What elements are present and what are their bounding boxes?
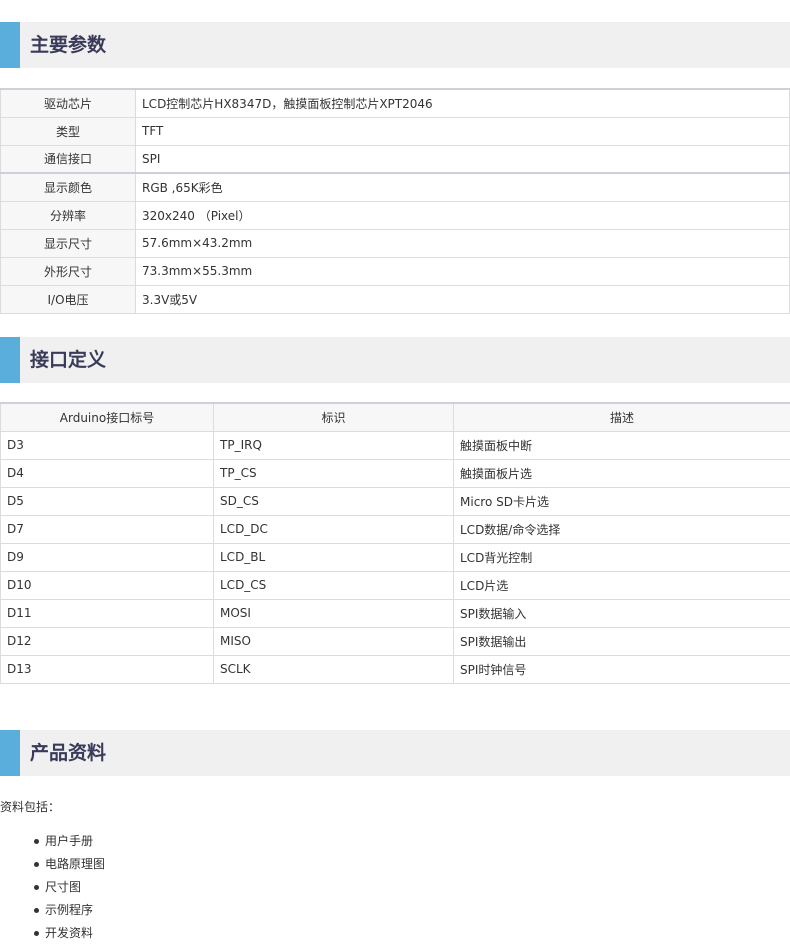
- pin-cell: D5: [0, 486, 214, 516]
- column-header: Arduino接口标号: [0, 402, 214, 432]
- pin-cell: D3: [0, 430, 214, 460]
- param-key: 类型: [0, 116, 136, 146]
- param-value: TFT: [135, 116, 790, 146]
- signal-cell: MISO: [213, 626, 454, 656]
- table-row: 外形尺寸 73.3mm×55.3mm: [0, 256, 790, 286]
- list-item: 开发资料: [34, 922, 105, 945]
- signal-cell: MOSI: [213, 598, 454, 628]
- param-value: 320x240 （Pixel）: [135, 200, 790, 230]
- bullet-icon: [34, 839, 39, 844]
- description-cell: 触摸面板中断: [453, 430, 790, 460]
- table-row: D10 LCD_CS LCD片选: [0, 570, 790, 600]
- table-row: D11 MOSI SPI数据输入: [0, 598, 790, 628]
- section-title: 产品资料: [30, 742, 107, 764]
- table-row: D13 SCLK SPI时钟信号: [0, 654, 790, 684]
- param-value: 3.3V或5V: [135, 284, 790, 314]
- table-row: D7 LCD_DC LCD数据/命令选择: [0, 514, 790, 544]
- interface-table: Arduino接口标号 标识 描述 D3 TP_IRQ 触摸面板中断 D4 TP_CS 触…: [0, 402, 790, 684]
- bullet-icon: [34, 885, 39, 890]
- description-cell: Micro SD卡片选: [453, 486, 790, 516]
- list-item-label: 示例程序: [45, 903, 94, 917]
- signal-cell: TP_CS: [213, 458, 454, 488]
- param-key: 驱动芯片: [0, 88, 136, 118]
- column-header: 描述: [453, 402, 790, 432]
- param-key: 显示尺寸: [0, 228, 136, 258]
- bullet-icon: [34, 862, 39, 867]
- description-cell: SPI数据输入: [453, 598, 790, 628]
- list-item-label: 尺寸图: [45, 880, 82, 894]
- param-key: 显示颜色: [0, 172, 136, 202]
- description-cell: LCD背光控制: [453, 542, 790, 572]
- table-row: D3 TP_IRQ 触摸面板中断: [0, 430, 790, 460]
- table-row: I/O电压 3.3V或5V: [0, 284, 790, 314]
- table-row: D9 LCD_BL LCD背光控制: [0, 542, 790, 572]
- pin-cell: D7: [0, 514, 214, 544]
- table-row: D5 SD_CS Micro SD卡片选: [0, 486, 790, 516]
- section-header-params: 主要参数: [0, 22, 790, 68]
- param-value: RGB ,65K彩色: [135, 172, 790, 202]
- list-item: 用户手册: [34, 830, 105, 853]
- list-item-label: 用户手册: [45, 834, 94, 848]
- pin-cell: D9: [0, 542, 214, 572]
- list-item: 电路原理图: [34, 853, 105, 876]
- list-item: 示例程序: [34, 899, 105, 922]
- signal-cell: LCD_CS: [213, 570, 454, 600]
- accent-bar: [0, 337, 20, 383]
- params-table: 驱动芯片 LCD控制芯片HX8347D，触摸面板控制芯片XPT2046 类型 TFT 通…: [0, 88, 790, 314]
- param-value: 57.6mm×43.2mm: [135, 228, 790, 258]
- pin-cell: D4: [0, 458, 214, 488]
- pin-cell: D10: [0, 570, 214, 600]
- bullet-icon: [34, 931, 39, 936]
- description-cell: SPI数据输出: [453, 626, 790, 656]
- accent-bar: [0, 22, 20, 68]
- param-value: 73.3mm×55.3mm: [135, 256, 790, 286]
- section-header-resources: 产品资料: [0, 730, 790, 776]
- signal-cell: TP_IRQ: [213, 430, 454, 460]
- param-key: I/O电压: [0, 284, 136, 314]
- signal-cell: LCD_BL: [213, 542, 454, 572]
- description-cell: 触摸面板片选: [453, 458, 790, 488]
- table-row: 驱动芯片 LCD控制芯片HX8347D，触摸面板控制芯片XPT2046: [0, 88, 790, 118]
- pin-cell: D12: [0, 626, 214, 656]
- table-row: 通信接口 SPI: [0, 144, 790, 174]
- table-row: D4 TP_CS 触摸面板片选: [0, 458, 790, 488]
- pin-cell: D11: [0, 598, 214, 628]
- description-cell: LCD数据/命令选择: [453, 514, 790, 544]
- param-key: 分辨率: [0, 200, 136, 230]
- table-row: D12 MISO SPI数据输出: [0, 626, 790, 656]
- table-row: 显示颜色 RGB ,65K彩色: [0, 172, 790, 202]
- column-header: 标识: [213, 402, 454, 432]
- resources-list: 用户手册电路原理图尺寸图示例程序开发资料: [34, 830, 105, 945]
- param-value: LCD控制芯片HX8347D，触摸面板控制芯片XPT2046: [135, 88, 790, 118]
- list-item-label: 电路原理图: [45, 857, 106, 871]
- list-item-label: 开发资料: [45, 926, 94, 940]
- signal-cell: SD_CS: [213, 486, 454, 516]
- resources-intro: 资料包括：: [0, 800, 61, 814]
- section-title: 接口定义: [30, 349, 107, 371]
- param-key: 通信接口: [0, 144, 136, 174]
- section-title: 主要参数: [30, 34, 107, 56]
- pin-cell: D13: [0, 654, 214, 684]
- table-row: 类型 TFT: [0, 116, 790, 146]
- description-cell: SPI时钟信号: [453, 654, 790, 684]
- param-key: 外形尺寸: [0, 256, 136, 286]
- list-item: 尺寸图: [34, 876, 105, 899]
- table-row: 分辨率 320x240 （Pixel）: [0, 200, 790, 230]
- param-value: SPI: [135, 144, 790, 174]
- accent-bar: [0, 730, 20, 776]
- signal-cell: LCD_DC: [213, 514, 454, 544]
- table-row: 显示尺寸 57.6mm×43.2mm: [0, 228, 790, 258]
- description-cell: LCD片选: [453, 570, 790, 600]
- bullet-icon: [34, 908, 39, 913]
- table-header-row: Arduino接口标号 标识 描述: [0, 402, 790, 432]
- section-header-interface: 接口定义: [0, 337, 790, 383]
- signal-cell: SCLK: [213, 654, 454, 684]
